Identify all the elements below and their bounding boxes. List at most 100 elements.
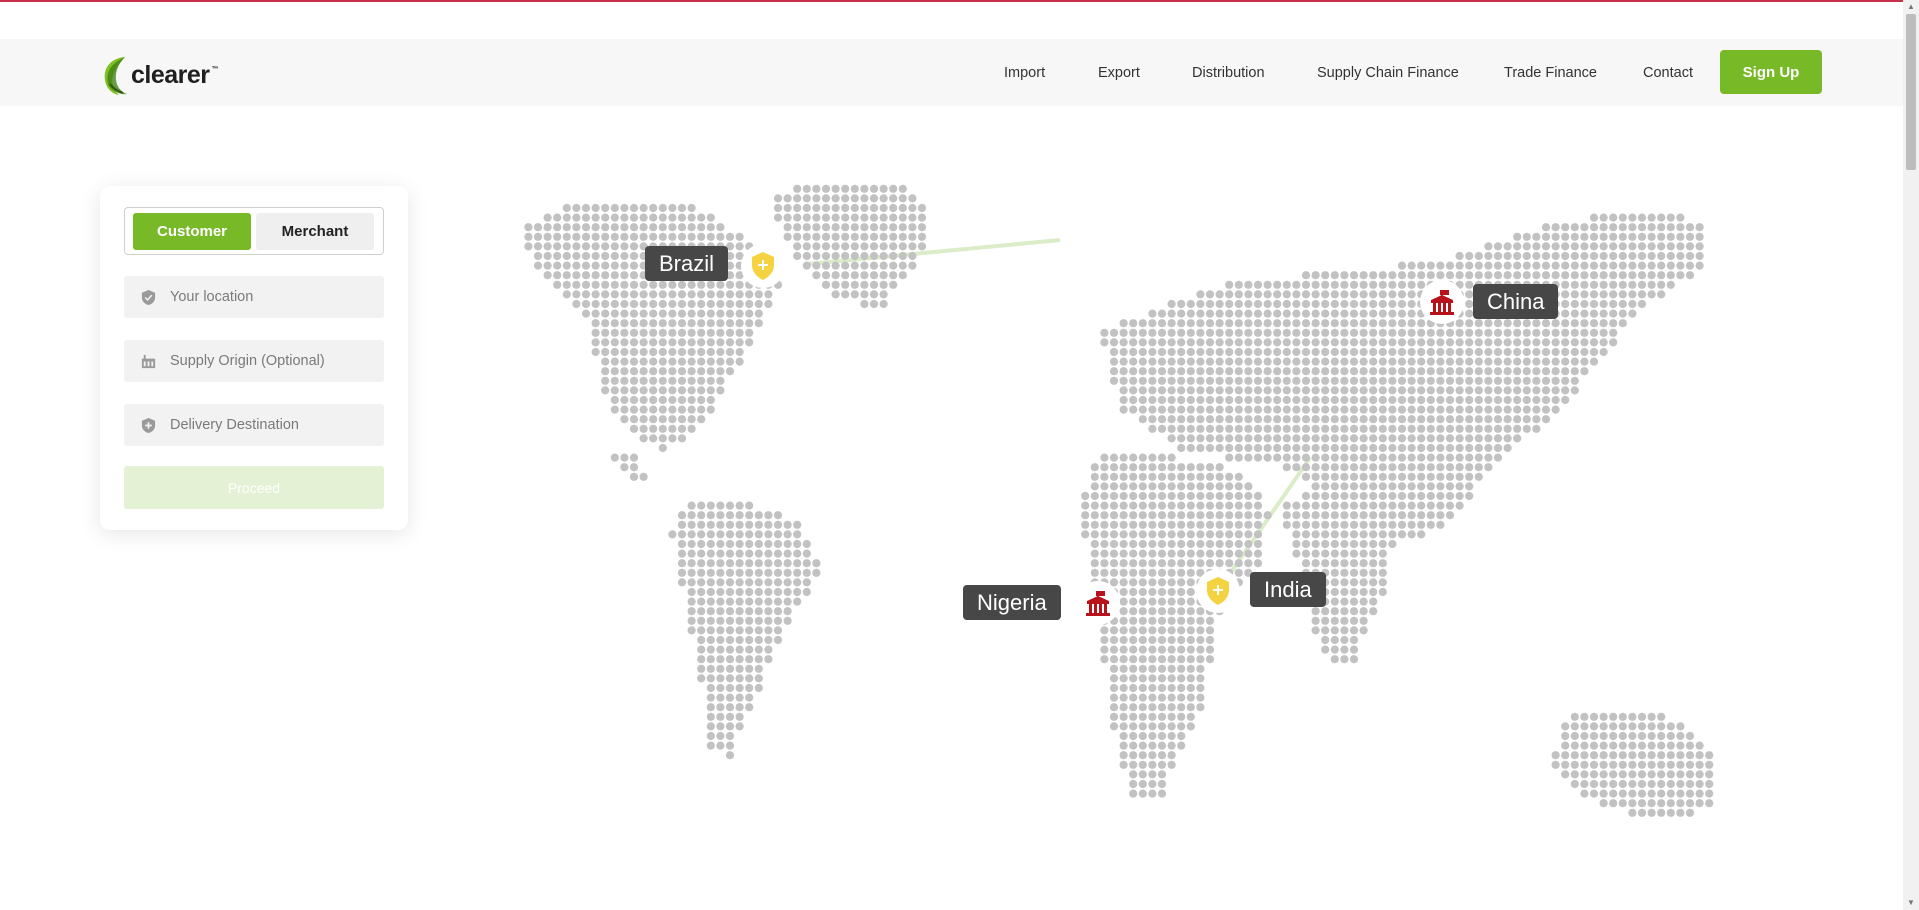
map-dot bbox=[1119, 616, 1128, 625]
map-dot bbox=[1561, 386, 1570, 395]
map-dot bbox=[1205, 299, 1215, 309]
map-dot bbox=[1263, 338, 1272, 347]
nav-supply-chain-finance[interactable]: Supply Chain Finance bbox=[1317, 65, 1459, 81]
map-dot bbox=[1109, 491, 1119, 501]
nav-import[interactable]: Import bbox=[1004, 65, 1045, 81]
map-dot bbox=[1157, 760, 1167, 769]
map-dot bbox=[764, 616, 773, 625]
supply-origin-input[interactable] bbox=[170, 340, 375, 382]
map-dot bbox=[1119, 328, 1128, 337]
map-dot bbox=[1138, 703, 1147, 712]
map-dot bbox=[677, 395, 687, 405]
map-dot bbox=[1599, 338, 1608, 347]
map-dot bbox=[793, 568, 802, 577]
map-dot bbox=[687, 213, 696, 222]
map-dot bbox=[1311, 299, 1320, 309]
map-dot bbox=[1138, 751, 1147, 760]
map-dot bbox=[1081, 501, 1090, 510]
map-dot bbox=[1157, 770, 1167, 779]
proceed-button[interactable]: Proceed bbox=[124, 466, 384, 509]
map-dot bbox=[1100, 328, 1109, 337]
map-dot bbox=[1109, 501, 1119, 510]
map-dot bbox=[1253, 501, 1263, 510]
map-dot bbox=[1378, 539, 1387, 549]
map-dot bbox=[1407, 405, 1416, 414]
location-input[interactable] bbox=[170, 276, 375, 318]
nav-trade-finance[interactable]: Trade Finance bbox=[1504, 65, 1597, 81]
delivery-destination-input[interactable] bbox=[170, 404, 375, 446]
sign-up-button[interactable]: Sign Up bbox=[1720, 50, 1822, 94]
marker-india[interactable] bbox=[1196, 569, 1240, 613]
map-dot bbox=[1513, 367, 1522, 376]
map-dot bbox=[1561, 770, 1570, 779]
map-dot bbox=[1580, 712, 1589, 721]
map-dot bbox=[1657, 731, 1666, 741]
map-dot bbox=[697, 415, 706, 424]
map-dot bbox=[1436, 328, 1445, 337]
marker-brazil[interactable] bbox=[741, 244, 785, 288]
logo[interactable]: clearer ™ bbox=[103, 54, 219, 96]
marker-nigeria[interactable] bbox=[1076, 581, 1120, 625]
map-dot bbox=[1551, 251, 1560, 261]
map-dot bbox=[1541, 386, 1551, 395]
scroll-down-icon[interactable]: ▼ bbox=[1907, 898, 1915, 907]
map-dot bbox=[629, 223, 639, 232]
map-dot bbox=[1474, 367, 1483, 376]
map-dot bbox=[1407, 261, 1416, 270]
marker-china[interactable] bbox=[1420, 280, 1464, 324]
map-dot bbox=[1244, 309, 1253, 318]
map-dot bbox=[677, 299, 687, 309]
scroll-up-icon[interactable]: ▲ bbox=[1907, 2, 1915, 11]
map-dot bbox=[860, 203, 869, 213]
map-dot bbox=[725, 607, 735, 616]
map-dot bbox=[1349, 328, 1359, 337]
map-dot bbox=[1253, 299, 1263, 309]
map-dot bbox=[1541, 271, 1551, 280]
map-dot bbox=[1657, 741, 1666, 750]
map-dot bbox=[1196, 463, 1205, 472]
nav-export[interactable]: Export bbox=[1098, 65, 1140, 81]
map-dot bbox=[1407, 347, 1416, 357]
map-dot bbox=[1253, 415, 1263, 424]
map-dot bbox=[725, 731, 735, 741]
map-dot bbox=[1359, 549, 1368, 558]
map-dot bbox=[1253, 357, 1263, 366]
map-dot bbox=[1455, 271, 1464, 280]
map-dot bbox=[1321, 645, 1330, 654]
map-dot bbox=[1340, 491, 1349, 501]
map-dot bbox=[1311, 290, 1320, 299]
map-dot bbox=[1186, 299, 1195, 309]
map-dot bbox=[1580, 722, 1589, 731]
map-dot bbox=[1484, 463, 1493, 472]
map-dot bbox=[706, 511, 715, 520]
map-dot bbox=[649, 290, 658, 299]
map-dot bbox=[1129, 491, 1138, 501]
map-dot bbox=[1599, 741, 1608, 750]
map-dot bbox=[1167, 520, 1176, 529]
map-dot bbox=[1599, 242, 1608, 251]
map-dot bbox=[1330, 395, 1339, 405]
map-dot bbox=[1359, 405, 1368, 414]
page-scrollbar[interactable]: ▲ ▼ bbox=[1903, 0, 1919, 910]
tab-merchant[interactable]: Merchant bbox=[256, 213, 374, 250]
map-dot bbox=[1657, 751, 1666, 760]
map-dot bbox=[1369, 434, 1378, 443]
map-dot bbox=[1196, 491, 1205, 501]
map-dot bbox=[716, 520, 725, 529]
map-dot bbox=[1417, 520, 1426, 529]
map-dot bbox=[1388, 405, 1397, 414]
scroll-thumb[interactable] bbox=[1906, 14, 1916, 170]
nav-distribution[interactable]: Distribution bbox=[1192, 65, 1265, 81]
map-dot bbox=[591, 223, 600, 232]
map-dot bbox=[1359, 443, 1368, 453]
tab-customer[interactable]: Customer bbox=[133, 213, 251, 250]
map-dot bbox=[1369, 520, 1378, 529]
map-dot bbox=[610, 328, 619, 337]
map-dot bbox=[1138, 683, 1147, 693]
map-dot bbox=[1532, 415, 1541, 424]
map-dot bbox=[658, 405, 667, 414]
map-dot bbox=[1167, 453, 1176, 462]
nav-contact[interactable]: Contact bbox=[1643, 65, 1693, 81]
map-dot bbox=[1215, 424, 1224, 433]
map-dot bbox=[658, 203, 667, 213]
